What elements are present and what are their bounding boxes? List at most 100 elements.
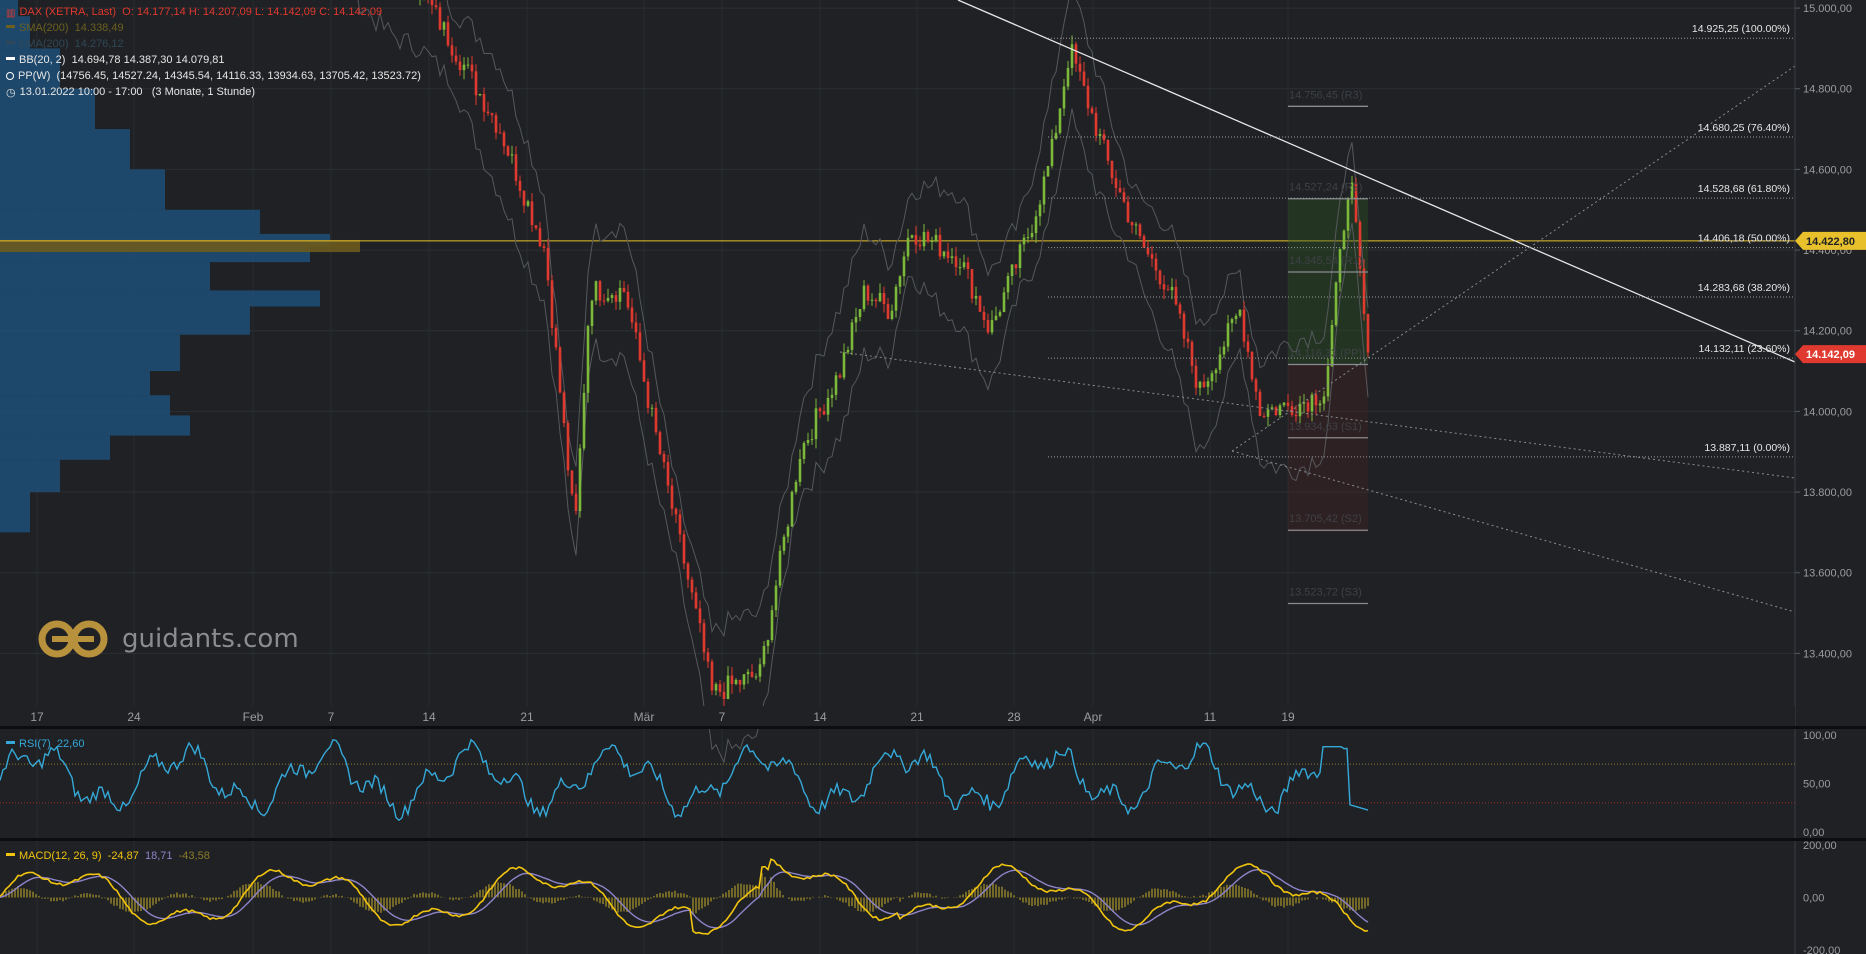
macd-histogram-bar <box>1172 890 1174 898</box>
time-axis[interactable]: 17 24 Feb 7 14 21 Mär 7 14 21 28 Apr 11 19 <box>0 706 1795 726</box>
pp-legend[interactable]: PP(W) (14756.45, 14527.24, 14345.54, 141… <box>6 68 421 84</box>
candle-body <box>610 295 614 298</box>
sma-legend[interactable]: SMA(200) 14.338,49 <box>6 20 124 36</box>
candle-body <box>618 287 622 302</box>
candle-body <box>994 315 998 321</box>
candle-body <box>1214 369 1218 374</box>
candle-body <box>546 247 550 281</box>
macd-histogram-bar <box>1127 897 1129 905</box>
watermark: guidants.com <box>38 620 299 658</box>
candle-body <box>694 592 698 609</box>
ema-legend[interactable]: EMA(200) 14.276,12 <box>6 36 124 52</box>
macd-histogram-bar <box>287 897 289 899</box>
panel-separator[interactable] <box>0 726 1866 729</box>
macd-histogram-bar <box>59 897 61 900</box>
macd-histogram-bar <box>473 894 475 898</box>
candle-body <box>522 190 526 206</box>
rsi-panel: 100,00 50,00 0,00 <box>0 730 1837 839</box>
candle-body <box>658 432 662 455</box>
macd-histogram-bar <box>314 897 316 900</box>
macd-histogram-bar <box>1157 888 1159 898</box>
macd-histogram-bar <box>1247 888 1249 898</box>
macd-histogram-bar <box>1262 897 1264 901</box>
candle-body <box>982 311 986 320</box>
macd-histogram-bar <box>650 897 652 899</box>
period-legend[interactable]: ◷ 13.01.2022 10:00 - 17:00 (3 Monate, 1 S… <box>6 84 255 101</box>
macd-histogram-bar <box>1283 897 1285 908</box>
candle-body <box>1142 236 1146 248</box>
macd-legend[interactable]: MACD(12, 26, 9) -24,87 18,71 -43,58 <box>6 848 210 864</box>
pivot-level-label: 14.345,54 (R1) <box>1289 255 1362 267</box>
candle-body <box>922 231 926 247</box>
panel-separator[interactable] <box>0 838 1866 841</box>
candle-body <box>430 0 434 6</box>
candle-body <box>1062 86 1066 109</box>
clock-icon: ◷ <box>6 87 16 99</box>
candle-body <box>758 664 762 677</box>
macd-histogram-bar <box>563 897 565 901</box>
candle-body <box>1218 354 1222 370</box>
candle-body <box>850 322 854 350</box>
candle-body <box>794 481 798 492</box>
macd-histogram-bar <box>98 895 100 898</box>
rsi-legend[interactable]: RSI(7) 22,60 <box>6 736 84 752</box>
candle-body <box>774 585 778 611</box>
candle-body <box>1262 416 1266 418</box>
candle-body <box>510 154 514 156</box>
macd-histogram-bar <box>1085 897 1087 901</box>
candle-body <box>778 550 782 586</box>
candle-body <box>1186 338 1190 343</box>
macd-histogram-bar <box>329 895 331 898</box>
macd-histogram-bar <box>896 896 898 898</box>
macd-histogram-bar <box>386 897 388 911</box>
macd-histogram-bar <box>101 897 103 899</box>
candle-body <box>910 235 914 238</box>
pp-label: PP(W) <box>18 70 51 82</box>
bb-label: BB(20, 2) <box>19 54 66 66</box>
macd-histogram-bar <box>152 897 154 906</box>
macd-histogram-bar <box>1367 897 1369 907</box>
macd-histogram-bar <box>800 897 802 901</box>
macd-histogram-bar <box>677 893 679 898</box>
candle-body <box>1286 402 1290 406</box>
candle-body <box>770 610 774 641</box>
macd-histogram-bar <box>638 897 640 906</box>
macd-histogram-bar <box>299 897 301 902</box>
candle-body <box>1098 134 1102 136</box>
macd-histogram-bar <box>167 896 169 898</box>
candle-body <box>942 251 946 257</box>
macd-histogram-bar <box>716 897 718 899</box>
macd-histogram-bar <box>698 897 700 910</box>
macd-histogram-bar <box>992 883 994 898</box>
macd-histogram-bar <box>941 897 943 899</box>
candle-body <box>1294 414 1298 417</box>
volume-bar <box>0 290 320 307</box>
chart-canvas[interactable]: 14.925,25 (100.00%) 14.680,25 (76.40%) 14.… <box>0 0 1866 954</box>
macd-histogram-bar <box>812 896 814 898</box>
macd-histogram-bar <box>1364 897 1366 909</box>
macd-histogram-bar <box>1013 895 1015 898</box>
macd-histogram-bar <box>53 897 55 902</box>
macd-histogram-bar <box>1046 897 1048 905</box>
bb-legend[interactable]: BB(20, 2) 14.694,78 14.387,30 14.079,81 <box>6 52 225 68</box>
candle-body <box>466 64 470 66</box>
candle-body <box>726 675 730 699</box>
candle-body <box>626 291 630 308</box>
candle-body <box>1274 407 1278 416</box>
candle-body <box>738 679 742 685</box>
candle-body <box>470 64 474 72</box>
candle-body <box>822 411 826 415</box>
candle-body <box>918 244 922 247</box>
macd-histogram-bar <box>683 893 685 898</box>
macd-histogram-bar <box>1160 889 1162 898</box>
candle-body <box>846 349 850 353</box>
macd-tick-label: -200,00 <box>1803 945 1840 954</box>
macd-signal-value: 18,71 <box>144 850 173 862</box>
candle-body <box>1102 134 1106 141</box>
macd-histogram-bar <box>257 881 259 898</box>
macd-histogram-bar <box>173 894 175 898</box>
macd-histogram-bar <box>629 897 631 911</box>
pivot-level-label: 13.705,42 (S2) <box>1289 513 1362 525</box>
candle-body <box>782 536 786 551</box>
macd-histogram-bar <box>470 895 472 898</box>
